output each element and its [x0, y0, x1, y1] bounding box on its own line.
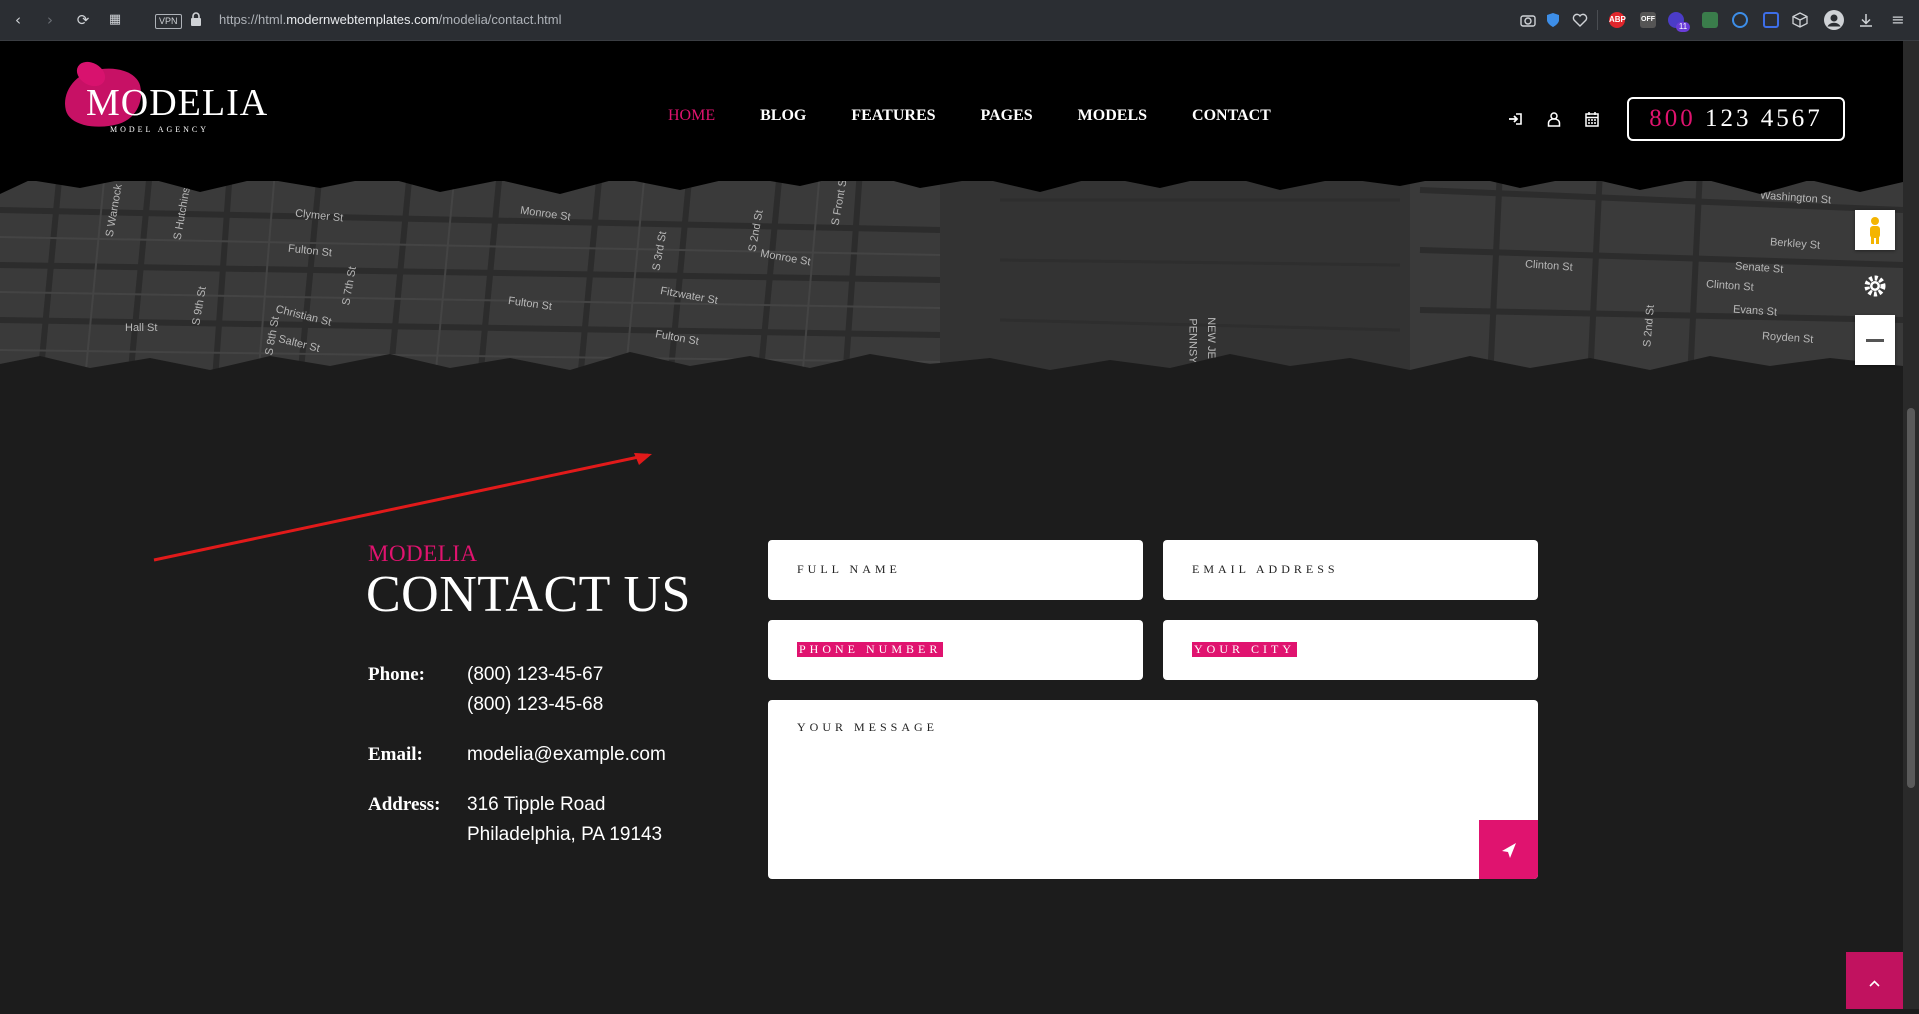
logo[interactable]: MODELIA MODEL AGENCY	[58, 56, 267, 143]
vpn-badge[interactable]: VPN	[155, 14, 182, 29]
nav-blog[interactable]: BLOG	[760, 107, 806, 131]
browser-toolbar: ‹ › ⟳ ▦ VPN https://html.modernwebtempla…	[0, 0, 1919, 41]
city-placeholder: YOUR CITY	[1192, 642, 1297, 657]
gear-icon	[1864, 275, 1886, 297]
pegman-icon	[1870, 217, 1880, 244]
package-icon[interactable]	[1792, 12, 1808, 28]
site-header: MODELIA MODEL AGENCY HOME BLOG FEATURES …	[0, 41, 1903, 181]
chevron-up-icon	[1869, 980, 1880, 987]
extension-cube-icon[interactable]	[1702, 12, 1718, 28]
extension-square-icon[interactable]	[1763, 12, 1779, 28]
email-label: Email:	[368, 744, 423, 765]
phone-number: 123 4567	[1705, 105, 1823, 132]
toolbar-separator	[1597, 10, 1598, 30]
map[interactable]: S Warnock St S Hutchinson St Clymer St F…	[0, 170, 1903, 380]
email-placeholder: EMAIL ADDRESS	[1192, 562, 1339, 576]
shield-icon[interactable]	[1546, 12, 1560, 28]
phone-value-1: (800) 123-45-67	[467, 664, 604, 685]
profile-avatar-icon[interactable]	[1824, 10, 1844, 30]
back-icon[interactable]: ‹	[8, 10, 28, 30]
tabs-grid-icon[interactable]: ▦	[105, 10, 125, 30]
nav-contact[interactable]: CONTACT	[1192, 107, 1271, 131]
torn-edge-bottom	[0, 352, 1903, 380]
nav-features[interactable]: FEATURES	[851, 107, 935, 131]
adblock-icon[interactable]: ABP	[1609, 12, 1626, 28]
camera-icon[interactable]	[1520, 13, 1536, 27]
logo-brand: MODELIA	[86, 82, 269, 124]
send-icon	[1502, 843, 1516, 858]
download-icon[interactable]	[1858, 12, 1874, 28]
nav-home[interactable]: HOME	[668, 107, 715, 131]
phone-field[interactable]: PHONE NUMBER	[768, 620, 1143, 680]
minus-icon	[1866, 339, 1884, 342]
map-label: Hall St	[125, 322, 158, 334]
address-label: Address:	[368, 794, 441, 815]
address-bar[interactable]: https://html.modernwebtemplates.com/mode…	[219, 12, 562, 27]
address-line-1: 316 Tipple Road	[467, 794, 606, 815]
extension-circle-icon[interactable]	[1732, 12, 1748, 28]
phone-prefix: 800	[1649, 105, 1696, 132]
message-textarea[interactable]: YOUR MESSAGE	[768, 700, 1538, 879]
scroll-to-top-button[interactable]	[1846, 952, 1903, 1009]
reload-icon[interactable]: ⟳	[73, 10, 93, 30]
email-value[interactable]: modelia@example.com	[467, 740, 666, 770]
page-title: CONTACT US	[366, 566, 691, 623]
forward-icon[interactable]: ›	[40, 10, 60, 30]
address-line-2: Philadelphia, PA 19143	[467, 824, 663, 845]
phone-label: Phone:	[368, 664, 425, 685]
scrollbar-thumb[interactable]	[1907, 408, 1915, 788]
lock-icon[interactable]	[190, 12, 202, 27]
heart-icon[interactable]	[1572, 13, 1588, 27]
send-button[interactable]	[1479, 820, 1538, 879]
message-placeholder: YOUR MESSAGE	[797, 720, 939, 734]
zoom-out-button[interactable]	[1855, 315, 1895, 365]
menu-icon[interactable]: ≡	[1888, 10, 1908, 30]
email-field[interactable]: EMAIL ADDRESS	[1163, 540, 1538, 600]
full-name-field[interactable]: FULL NAME	[768, 540, 1143, 600]
user-icon[interactable]	[1546, 111, 1562, 127]
map-settings-button[interactable]	[1855, 266, 1895, 306]
nav-pages[interactable]: PAGES	[981, 107, 1033, 131]
phone-placeholder: PHONE NUMBER	[797, 642, 944, 657]
header-phone[interactable]: 800 123 4567	[1627, 97, 1845, 141]
extension-count-badge: 11	[1676, 22, 1690, 32]
full-name-placeholder: FULL NAME	[797, 562, 901, 576]
city-field[interactable]: YOUR CITY	[1163, 620, 1538, 680]
logo-tagline: MODEL AGENCY	[110, 125, 210, 134]
off-toggle-icon[interactable]: OFF	[1640, 12, 1656, 28]
page-scrollbar[interactable]	[1903, 41, 1919, 1009]
sign-in-icon[interactable]	[1507, 111, 1523, 127]
nav-models[interactable]: MODELS	[1078, 107, 1147, 131]
url-domain: modernwebtemplates.com	[286, 12, 439, 27]
phone-value-2: (800) 123-45-68	[467, 694, 604, 715]
calendar-icon[interactable]	[1584, 111, 1600, 127]
url-prefix: https://html.	[219, 12, 287, 27]
url-path: /modelia/contact.html	[438, 12, 562, 27]
main-nav: HOME BLOG FEATURES PAGES MODELS CONTACT	[668, 107, 1316, 131]
street-view-pegman-button[interactable]	[1855, 210, 1895, 250]
contact-kicker: MODELIA	[368, 541, 478, 566]
